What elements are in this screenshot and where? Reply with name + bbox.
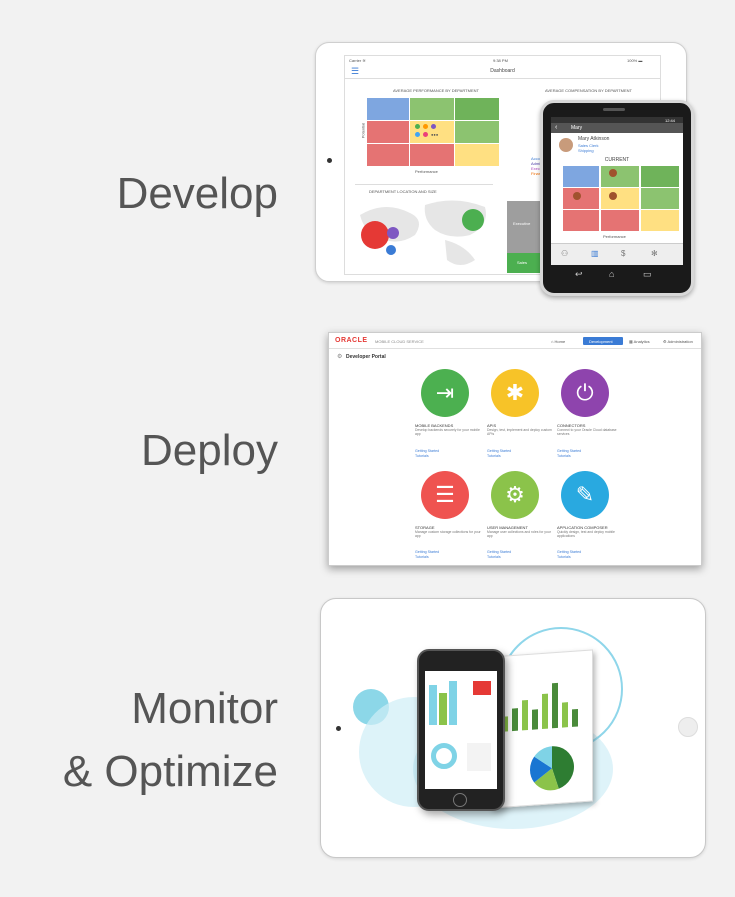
link-tutorials[interactable]: Tutorials [557, 555, 571, 559]
home-icon[interactable]: ⌂ [609, 269, 614, 279]
portal-page-title: Developer Portal [346, 354, 386, 360]
oracle-logo: ORACLE [335, 337, 368, 344]
tablet-home-button[interactable] [678, 717, 698, 737]
portal-subtitle: MOBILE CLOUD SERVICE [375, 339, 424, 344]
user-management-icon[interactable]: ⚙ [491, 471, 539, 519]
chart-icon[interactable]: ▥ [591, 249, 599, 258]
connectors-plug-icon[interactable]: ⏻ [561, 369, 609, 417]
nav-analytics[interactable]: ▦ Analytics [629, 339, 650, 344]
apis-puzzle-icon[interactable]: ✱ [491, 369, 539, 417]
link-tutorials[interactable]: Tutorials [415, 454, 429, 458]
phone-screen: 12:44 Mary ‹ Mary Atkinson Sales Clerk S… [551, 117, 683, 265]
link-getting-started[interactable]: Getting Started [415, 550, 439, 554]
tile-desc-connectors: Connect to your Oracle Cloud database se… [557, 428, 617, 436]
app-composer-icon[interactable]: ✎ [561, 471, 609, 519]
analytics-bar [552, 682, 558, 729]
tablet-camera [336, 726, 341, 731]
back-arrow-icon[interactable]: ‹ [555, 124, 557, 132]
bar-label-executive: Executive [513, 221, 531, 226]
link-tutorials[interactable]: Tutorials [487, 555, 501, 559]
analytics-bar [562, 702, 568, 728]
analytics-report [491, 649, 593, 809]
nav-home[interactable]: ⌂ Home [551, 339, 565, 344]
settings-icon[interactable]: ✻ [651, 249, 658, 258]
develop-phone: 12:44 Mary ‹ Mary Atkinson Sales Clerk S… [540, 100, 694, 296]
map-panel: DEPARTMENT LOCATION AND SIZE [355, 184, 493, 273]
phone-home-button[interactable] [453, 793, 467, 807]
phone-header-name: Mary [571, 125, 583, 131]
storage-icon[interactable]: ☰ [421, 471, 469, 519]
step-deploy-label: Deploy [141, 426, 278, 475]
step-monitor-label-line2: & Optimize [62, 747, 278, 796]
panel-performance-title: AVERAGE PERFORMANCE BY DEPARTMENT [393, 88, 479, 93]
panel-map-title: DEPARTMENT LOCATION AND SIZE [369, 189, 437, 194]
phone-tabbar[interactable]: ⚇ ▥ $ ✻ [551, 243, 683, 265]
analytics-bar [522, 699, 528, 731]
monitor-phone [417, 649, 505, 811]
people-icon[interactable]: ⚇ [561, 249, 568, 258]
analytics-bar [512, 708, 518, 732]
person-name: Mary Atkinson [578, 136, 610, 142]
grid-axis-y: Potential [360, 122, 366, 139]
section-title: CURRENT [604, 157, 630, 163]
step-monitor-label-line1: Monitor [131, 684, 278, 733]
analytics-bar-chart [502, 682, 578, 732]
avatar [559, 138, 573, 152]
recent-apps-icon[interactable]: ▭ [643, 269, 652, 280]
tablet-camera [327, 158, 332, 163]
mobile-backends-icon[interactable]: ⇥ [421, 369, 469, 417]
step-develop-label: Develop [116, 169, 278, 218]
link-getting-started[interactable]: Getting Started [487, 449, 511, 453]
phone-grid [563, 166, 679, 232]
tile-desc-apis: Design, test, implement and deploy custo… [487, 428, 552, 436]
link-getting-started[interactable]: Getting Started [557, 550, 581, 554]
portal-icon: ⚙ [337, 354, 343, 360]
analytics-bar [532, 709, 538, 730]
analytics-bar [572, 708, 578, 727]
status-carrier: Carrier ≋ [349, 58, 366, 63]
nav-development-label: Development [589, 339, 613, 344]
dashboard-title: Dashboard [490, 68, 515, 74]
money-icon[interactable]: $ [621, 249, 625, 258]
link-getting-started[interactable]: Getting Started [487, 550, 511, 554]
back-icon[interactable]: ↩ [575, 269, 583, 280]
tile-desc-storage: Manage custom storage collections for yo… [415, 530, 481, 538]
tile-desc-user-management: Manage user collections and roles for yo… [487, 530, 551, 538]
bar-label-sales: Sales [517, 260, 528, 265]
nav-administration[interactable]: ⚙ Administration [663, 339, 693, 344]
analytics-pie-chart [529, 746, 574, 791]
monitor-tablet [320, 598, 706, 858]
status-battery: 100% ▬ [627, 58, 643, 63]
link-tutorials[interactable]: Tutorials [487, 454, 501, 458]
tile-desc-mobile-backends: Develop backends securely for your mobil… [415, 428, 480, 436]
link-tutorials[interactable]: Tutorials [557, 454, 571, 458]
phone-axis-x: Performance [603, 234, 626, 239]
link-tutorials[interactable]: Tutorials [415, 555, 429, 559]
analytics-bar [542, 693, 548, 729]
tile-desc-application-composer: Quickly design, test and deploy mobile a… [557, 530, 615, 538]
developer-portal: ORACLE MOBILE CLOUD SERVICE ⌂ Home Devel… [328, 332, 702, 566]
performance-grid: ●●● [367, 98, 499, 166]
link-getting-started[interactable]: Getting Started [415, 449, 439, 453]
grid-axis-x: Performance [415, 169, 438, 174]
world-map [360, 200, 486, 265]
status-time: 9:38 PM [493, 58, 508, 63]
person-location: Shipping [578, 148, 594, 153]
panel-compensation-title: AVERAGE COMPENSATION BY DEPARTMENT [545, 88, 632, 93]
link-getting-started[interactable]: Getting Started [557, 449, 581, 453]
